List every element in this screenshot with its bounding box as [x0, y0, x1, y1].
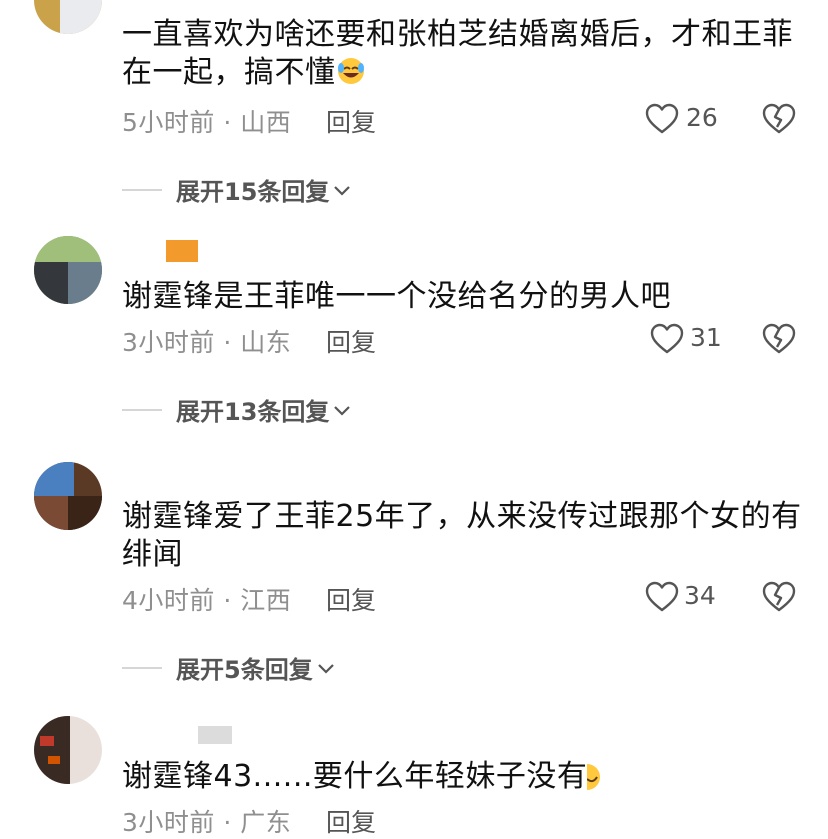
reply-button[interactable]: 回复	[326, 103, 376, 139]
broken-heart-icon[interactable]	[762, 323, 796, 355]
rofl-emoji	[336, 56, 366, 96]
broken-heart-icon[interactable]	[762, 103, 796, 135]
reply-button[interactable]: 回复	[326, 323, 376, 359]
like-count: 26	[686, 103, 718, 132]
username-blurred	[198, 726, 232, 744]
expand-replies-button[interactable]: 展开15条回复	[122, 172, 353, 207]
expand-replies-label: 展开13条回复	[176, 398, 330, 426]
avatar[interactable]	[34, 462, 102, 530]
reply-button[interactable]: 回复	[326, 803, 376, 839]
chevron-down-icon	[334, 185, 351, 196]
grin-emoji	[586, 762, 601, 800]
expand-replies-label: 展开15条回复	[176, 178, 330, 206]
user-badge	[166, 240, 198, 262]
comment-text: 谢霆锋爱了王菲25年了，从来没传过跟那个女的有绯闻	[122, 499, 802, 572]
comment-text: 谢霆锋是王菲唯一一个没给名分的男人吧	[122, 279, 671, 314]
avatar[interactable]	[34, 236, 102, 304]
divider	[122, 408, 162, 411]
divider	[122, 188, 162, 191]
heart-icon[interactable]	[645, 581, 679, 613]
chevron-down-icon	[317, 663, 334, 674]
chevron-down-icon	[334, 405, 351, 416]
expand-replies-button[interactable]: 展开5条回复	[122, 650, 337, 685]
comment-time-location: 5小时前 · 山西	[122, 108, 292, 137]
comment-time-location: 3小时前 · 山东	[122, 328, 292, 357]
avatar[interactable]	[34, 716, 102, 784]
reply-button[interactable]: 回复	[326, 581, 376, 617]
comment-text: 谢霆锋43......要什么年轻妹子没有	[122, 758, 802, 800]
avatar[interactable]	[34, 0, 102, 34]
expand-replies-label: 展开5条回复	[176, 656, 313, 684]
comment-text: 一直喜欢为啥还要和张柏芝结婚离婚后，才和王菲在一起，搞不懂	[122, 16, 802, 96]
comment-time-location: 3小时前 · 广东	[122, 808, 292, 837]
broken-heart-icon[interactable]	[762, 581, 796, 613]
heart-icon[interactable]	[650, 323, 684, 355]
heart-icon[interactable]	[645, 103, 679, 135]
comment-time-location: 4小时前 · 江西	[122, 586, 292, 615]
divider	[122, 666, 162, 669]
like-count: 31	[690, 323, 722, 352]
like-count: 34	[684, 581, 716, 610]
expand-replies-button[interactable]: 展开13条回复	[122, 392, 353, 427]
